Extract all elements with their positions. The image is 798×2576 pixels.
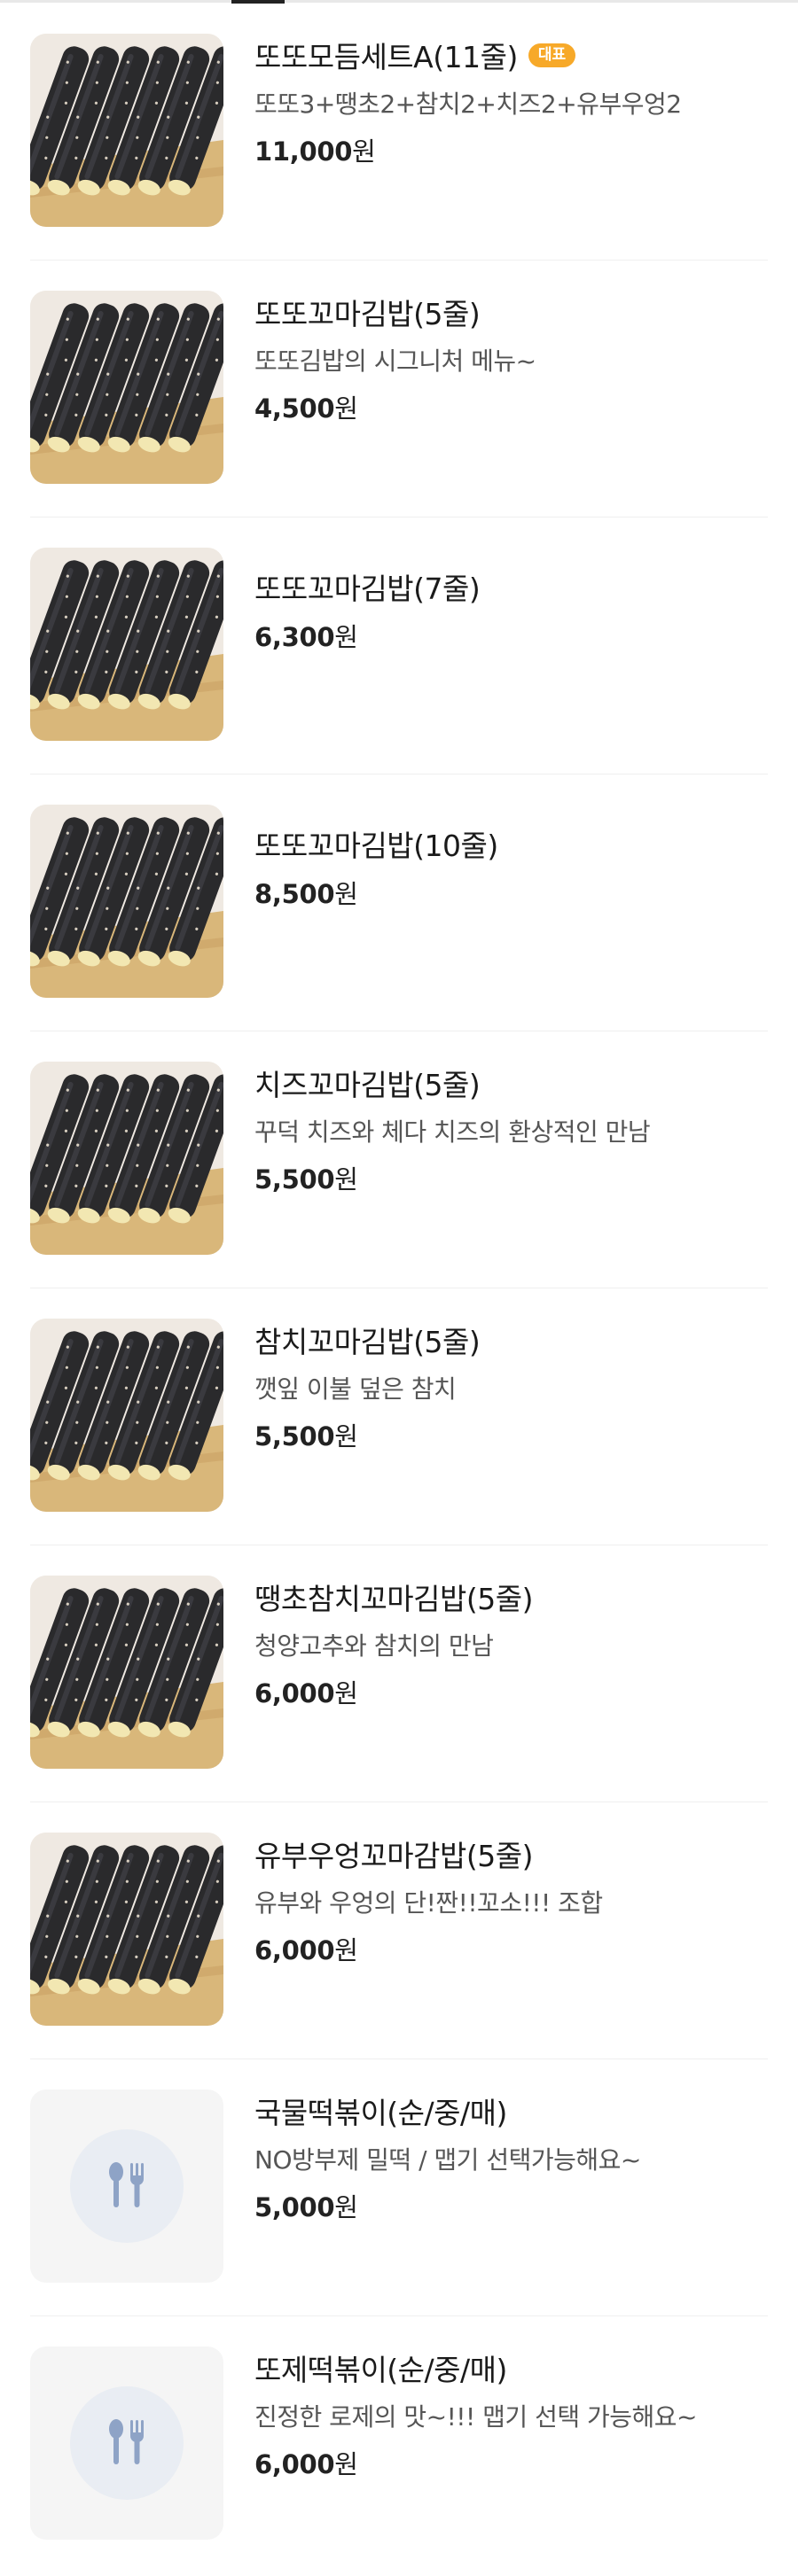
kimbap-photo <box>30 1833 223 2026</box>
menu-description: 또또3+땡초2+참치2+치즈2+유부우엉2 <box>254 89 682 119</box>
menu-description: 깻잎 이불 덮은 참치 <box>254 1374 457 1404</box>
menu-photo <box>30 548 223 741</box>
kimbap-photo <box>30 34 223 227</box>
menu-price: 8,500원 <box>254 879 358 909</box>
menu-description: 진정한 로제의 맛~!!! 맵기 선택 가능해요~ <box>254 2402 698 2432</box>
menu-price: 5,500원 <box>254 1164 358 1195</box>
menu-item[interactable]: 땡초참치꼬마김밥(5줄) 청양고추와 참치의 만남 6,000원 <box>30 1545 768 1802</box>
menu-photo <box>30 1576 223 1769</box>
menu-photo <box>30 34 223 227</box>
kimbap-photo <box>30 291 223 484</box>
menu-item[interactable]: 치즈꼬마김밥(5줄) 꾸덕 치즈와 체다 치즈의 환상적인 만남 5,500원 <box>30 1031 768 1288</box>
menu-description: 유부와 우엉의 단!짠!!꼬소!!! 조합 <box>254 1888 603 1918</box>
menu-photo-placeholder <box>30 2346 223 2540</box>
menu-photo-placeholder <box>30 2090 223 2283</box>
menu-item[interactable]: 유부우엉꼬마감밥(5줄) 유부와 우엉의 단!짠!!꼬소!!! 조합 6,000… <box>30 1802 768 2059</box>
menu-description: NO방부제 밀떡 / 맵기 선택가능해요~ <box>254 2145 641 2175</box>
menu-name: 또또꼬마김밥(7줄) <box>254 572 481 606</box>
menu-name: 또또모듬세트A(11줄) <box>254 40 518 74</box>
menu-price: 6,300원 <box>254 622 358 652</box>
menu-item[interactable]: 또또꼬마김밥(10줄) 8,500원 <box>30 774 768 1031</box>
menu-name: 국물떡볶이(순/중/매) <box>254 2096 507 2130</box>
menu-description: 또또김밥의 시그니처 메뉴~ <box>254 346 536 376</box>
menu-name: 또제떡볶이(순/중/매) <box>254 2353 507 2387</box>
menu-name: 땡초참치꼬마김밥(5줄) <box>254 1582 534 1616</box>
menu-name: 치즈꼬마김밥(5줄) <box>254 1068 481 1102</box>
menu-item[interactable]: 또제떡볶이(순/중/매) 진정한 로제의 맛~!!! 맵기 선택 가능해요~ 6… <box>30 2316 768 2573</box>
menu-name: 또또꼬마김밥(5줄) <box>254 297 481 331</box>
menu-price: 6,000원 <box>254 1935 358 1965</box>
kimbap-photo <box>30 1062 223 1255</box>
menu-price: 5,500원 <box>254 1421 358 1451</box>
menu-name: 참치꼬마김밥(5줄) <box>254 1325 481 1359</box>
menu-name: 유부우엉꼬마감밥(5줄) <box>254 1839 534 1873</box>
menu-item[interactable]: 또또꼬마김밥(7줄) 6,300원 <box>30 518 768 774</box>
menu-item[interactable]: 또또모듬세트A(11줄) 대표 또또3+땡초2+참치2+치즈2+유부우엉2 11… <box>30 4 768 261</box>
menu-photo <box>30 291 223 484</box>
spoon-fork-icon <box>109 2419 144 2464</box>
menu-photo <box>30 1062 223 1255</box>
menu-name: 또또꼬마김밥(10줄) <box>254 829 498 863</box>
representative-badge: 대표 <box>528 43 576 67</box>
menu-item[interactable]: 국물떡볶이(순/중/매) NO방부제 밀떡 / 맵기 선택가능해요~ 5,000… <box>30 2059 768 2316</box>
menu-price: 11,000원 <box>254 136 376 167</box>
menu-price: 4,500원 <box>254 393 358 424</box>
kimbap-photo <box>30 1576 223 1769</box>
kimbap-photo <box>30 548 223 741</box>
menu-price: 6,000원 <box>254 2449 358 2479</box>
menu-description: 꾸덕 치즈와 체다 치즈의 환상적인 만남 <box>254 1117 651 1147</box>
menu-item[interactable]: 참치꼬마김밥(5줄) 깻잎 이불 덮은 참치 5,500원 <box>30 1288 768 1545</box>
menu-price: 6,000원 <box>254 1678 358 1708</box>
menu-price: 5,000원 <box>254 2192 358 2222</box>
kimbap-photo <box>30 1319 223 1512</box>
menu-list: 또또모듬세트A(11줄) 대표 또또3+땡초2+참치2+치즈2+유부우엉2 11… <box>0 4 798 2573</box>
menu-photo <box>30 1319 223 1512</box>
menu-description: 청양고추와 참치의 만남 <box>254 1631 494 1661</box>
menu-photo <box>30 1833 223 2026</box>
kimbap-photo <box>30 805 223 998</box>
menu-item[interactable]: 또또꼬마김밥(5줄) 또또김밥의 시그니처 메뉴~ 4,500원 <box>30 261 768 518</box>
spoon-fork-icon <box>109 2162 144 2207</box>
tab-bar-divider <box>0 0 798 3</box>
menu-photo <box>30 805 223 998</box>
